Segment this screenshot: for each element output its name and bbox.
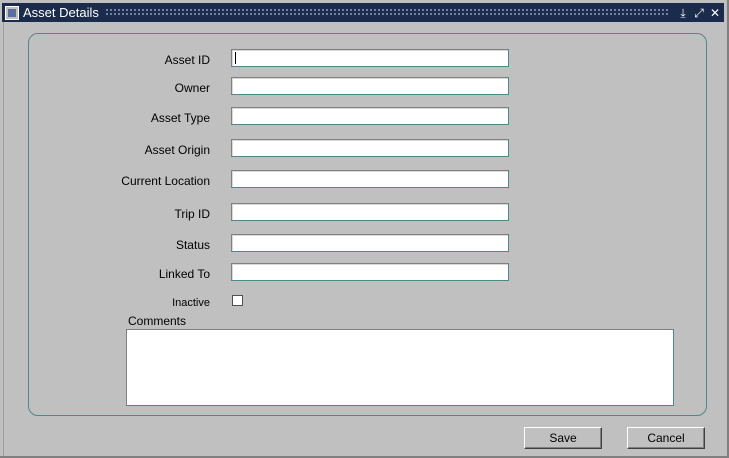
trip-id-label: Trip ID: [174, 207, 210, 221]
title-bar[interactable]: Asset Details ⤓ ⤢ ✕: [2, 3, 724, 22]
cancel-button[interactable]: Cancel: [627, 427, 705, 449]
asset-type-input[interactable]: [231, 107, 509, 125]
inactive-checkbox[interactable]: [232, 295, 243, 306]
inactive-label: Inactive: [172, 297, 210, 309]
app-icon: [5, 5, 19, 20]
asset-origin-input[interactable]: [231, 139, 509, 157]
asset-id-label: Asset ID: [164, 53, 210, 67]
minimize-icon[interactable]: ⤓: [676, 6, 690, 20]
asset-details-window: Asset Details ⤓ ⤢ ✕ Asset ID Owner Asset…: [0, 0, 729, 458]
status-label: Status: [175, 238, 210, 252]
linked-to-label: Linked To: [158, 267, 210, 281]
owner-input[interactable]: [231, 77, 509, 95]
status-input[interactable]: [231, 234, 509, 252]
asset-id-input[interactable]: [231, 49, 509, 67]
save-button[interactable]: Save: [524, 427, 602, 449]
trip-id-input[interactable]: [231, 203, 509, 221]
linked-to-input[interactable]: [231, 263, 509, 281]
maximize-icon[interactable]: ⤢: [692, 6, 706, 20]
comments-label: Comments: [128, 314, 187, 328]
owner-label: Owner: [174, 81, 210, 95]
asset-origin-label: Asset Origin: [144, 143, 210, 157]
asset-type-label: Asset Type: [150, 111, 210, 125]
window-title: Asset Details: [23, 5, 99, 20]
text-caret: [235, 52, 236, 64]
title-bar-pattern: [104, 8, 670, 17]
window-left-border: [0, 22, 4, 456]
current-location-label: Current Location: [121, 174, 210, 188]
current-location-input[interactable]: [231, 170, 509, 188]
close-icon[interactable]: ✕: [708, 6, 722, 20]
comments-textarea[interactable]: [126, 329, 674, 406]
